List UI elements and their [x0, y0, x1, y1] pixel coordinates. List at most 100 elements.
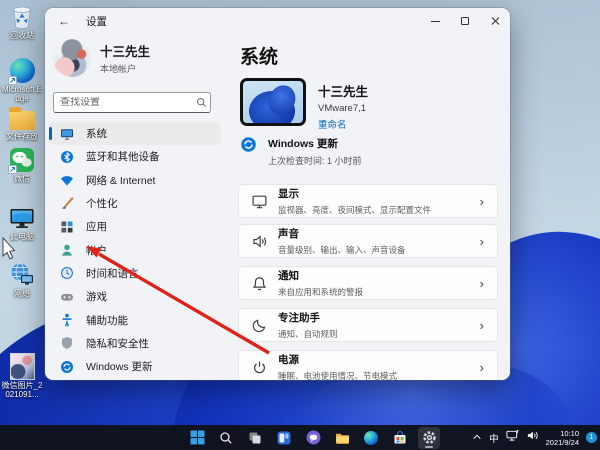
- sidebar-item-system[interactable]: 系统: [49, 122, 221, 146]
- moon-icon: [251, 317, 268, 334]
- sidebar-item-gaming[interactable]: 游戏: [49, 285, 221, 308]
- sidebar-item-accessibility[interactable]: 辅助功能: [49, 308, 221, 331]
- chevron-right-icon: ›: [479, 275, 484, 291]
- widgets-button[interactable]: [273, 427, 295, 449]
- desktop-icon-label: 此电脑: [10, 232, 34, 241]
- sidebar-item-privacy-security[interactable]: 隐私和安全性: [49, 332, 221, 355]
- system-icon: [60, 127, 74, 141]
- rename-link[interactable]: 重命名: [318, 117, 368, 131]
- desktop-icon-label: 微信: [14, 174, 30, 183]
- search-input[interactable]: [54, 97, 196, 108]
- tray-chevron-up-icon[interactable]: [472, 429, 482, 447]
- accessibility-icon: [60, 313, 74, 327]
- image-file-icon: [9, 353, 36, 380]
- titlebar[interactable]: ← 设置: [45, 8, 510, 34]
- brush-icon: [60, 196, 74, 211]
- windows-update-status[interactable]: Windows 更新 上次检查时间: 1 小时前: [240, 136, 362, 167]
- task-view-button[interactable]: [244, 427, 266, 449]
- clock-icon: [60, 266, 74, 280]
- tray-volume-icon[interactable]: [526, 429, 539, 447]
- device-info: 十三先生 VMware7,1 重命名: [240, 78, 368, 131]
- chat-button[interactable]: [302, 427, 324, 449]
- account-type: 本地帐户: [100, 64, 137, 74]
- card-notifications[interactable]: 通知 来自应用和系统的警报 ›: [238, 266, 498, 300]
- settings-search[interactable]: [53, 92, 211, 113]
- desktop-icon-wechat[interactable]: 微信: [0, 146, 44, 183]
- close-button[interactable]: [480, 8, 510, 34]
- accounts-icon: [60, 243, 74, 257]
- clock-time: 10:10: [560, 428, 579, 438]
- card-power[interactable]: 电源 睡眠、电池使用情况、节电模式 ›: [238, 350, 498, 380]
- tray-network-icon[interactable]: [506, 429, 519, 447]
- notification-badge[interactable]: 1: [586, 432, 597, 443]
- card-display[interactable]: 显示 监视器、亮度、夜间模式、显示配置文件 ›: [238, 184, 498, 218]
- power-icon: [251, 359, 268, 376]
- this-pc-icon: [9, 204, 36, 231]
- sidebar-item-time-language[interactable]: 时间和语言: [49, 262, 221, 285]
- page-title: 系统: [240, 47, 279, 68]
- chevron-right-icon: ›: [479, 359, 484, 375]
- edge-taskbar-button[interactable]: [360, 427, 382, 449]
- desktop-icon-label: 回收站: [10, 31, 34, 40]
- settings-taskbar-button[interactable]: [418, 426, 440, 449]
- minimize-icon: [430, 20, 440, 22]
- desktop-icon-network[interactable]: 网络: [0, 261, 44, 298]
- card-sound[interactable]: 声音 音量级别、输出、输入、声音设备 ›: [238, 224, 498, 258]
- update-title: Windows 更新: [268, 138, 338, 150]
- taskbar-search-button[interactable]: [215, 427, 237, 449]
- ime-indicator[interactable]: 中: [489, 431, 499, 445]
- network-icon: [9, 261, 36, 288]
- maximize-icon: [461, 17, 469, 25]
- recycle-bin-icon: [9, 3, 36, 30]
- back-button[interactable]: ←: [58, 14, 70, 28]
- taskbar-clock[interactable]: 10:10 2021/9/24: [546, 429, 579, 447]
- apps-icon: [60, 220, 74, 234]
- shortcut-arrow-icon: [7, 165, 17, 174]
- desktop-icon-label: 文件存放: [6, 132, 38, 141]
- gamepad-icon: [60, 290, 74, 304]
- edge-icon: [7, 57, 36, 85]
- settings-main-pane: 系统 十三先生 VMware7,1 重命名 Windows 更新 上次检查时间:…: [232, 34, 510, 380]
- desktop-icon-wechat-image[interactable]: 微信图片_2021091...: [0, 353, 44, 399]
- file-explorer-button[interactable]: [331, 427, 353, 449]
- update-status-text: 上次检查时间: 1 小时前: [268, 156, 362, 166]
- wechat-icon: [7, 146, 36, 174]
- sidebar-item-accounts[interactable]: 帐户: [49, 238, 221, 261]
- windows-update-icon: [60, 360, 74, 374]
- sound-icon: [251, 233, 268, 250]
- minimize-button[interactable]: [420, 8, 450, 34]
- bell-icon: [251, 275, 268, 292]
- desktop-icon-label: 网络: [14, 289, 30, 298]
- desktop-icon-this-pc[interactable]: 此电脑: [0, 204, 44, 241]
- chevron-right-icon: ›: [479, 193, 484, 209]
- user-name: 十三先生: [100, 45, 151, 59]
- desktop: 回收站 Microsoft Edge 文件存放 微信 此电脑 网络 微信图片_2…: [0, 0, 600, 450]
- desktop-icon-label: Microsoft Edge: [1, 85, 42, 103]
- settings-sidebar: 十三先生 本地帐户 系统 蓝牙和其他设备: [45, 34, 228, 380]
- microsoft-store-button[interactable]: [389, 427, 411, 449]
- shortcut-arrow-icon: [7, 76, 17, 85]
- sidebar-item-personalization[interactable]: 个性化: [49, 192, 221, 215]
- sidebar-item-apps[interactable]: 应用: [49, 215, 221, 238]
- user-profile[interactable]: 十三先生 本地帐户: [53, 39, 150, 77]
- taskbar: 中 10:10 2021/9/24 1: [0, 425, 600, 450]
- sidebar-item-bluetooth-devices[interactable]: 蓝牙和其他设备: [49, 145, 221, 168]
- desktop-icon-folder[interactable]: 文件存放: [0, 104, 44, 141]
- maximize-button[interactable]: [450, 8, 480, 34]
- start-button[interactable]: [186, 427, 208, 449]
- settings-window: ← 设置 十三先生 本地帐户 查找设置 系统 蓝牙和其他设备 网络 & Inte…: [45, 8, 510, 380]
- sidebar-item-windows-update[interactable]: Windows 更新: [49, 355, 221, 378]
- windows-update-icon: [240, 136, 257, 158]
- device-name: 十三先生: [318, 85, 369, 99]
- desktop-icon-label: 微信图片_2021091...: [1, 381, 43, 399]
- desktop-icon-recycle-bin[interactable]: 回收站: [0, 3, 44, 40]
- window-title: 设置: [86, 15, 107, 28]
- card-focus-assist[interactable]: 专注助手 通知、自动规则 ›: [238, 308, 498, 342]
- bluetooth-icon: [60, 150, 74, 164]
- display-icon: [251, 193, 268, 210]
- desktop-icon-edge[interactable]: Microsoft Edge: [0, 57, 44, 103]
- device-thumbnail: [240, 78, 306, 126]
- shield-icon: [60, 336, 74, 350]
- sidebar-item-network-internet[interactable]: 网络 & Internet: [49, 169, 221, 192]
- wifi-icon: [60, 173, 74, 187]
